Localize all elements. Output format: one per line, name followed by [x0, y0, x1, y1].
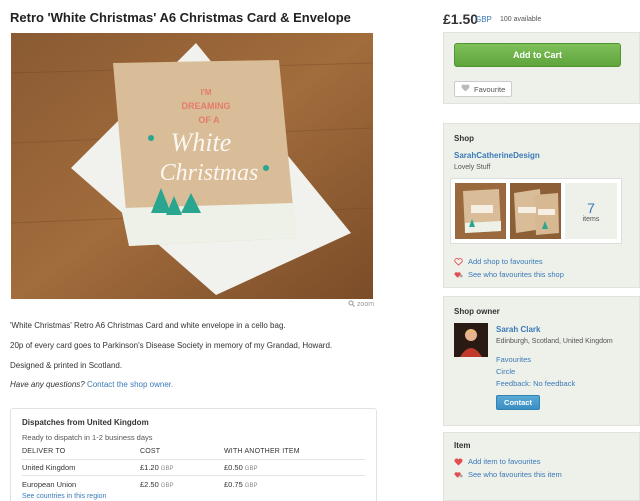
contact-shop-owner-link[interactable]: Contact the shop owner.: [87, 380, 173, 389]
cost-cell: £2.50 GBP: [140, 479, 174, 489]
heart-icon: [461, 84, 470, 94]
shop-owner-heading: Shop owner: [454, 307, 500, 316]
zoom-link[interactable]: zoom: [348, 300, 374, 309]
avatar[interactable]: [454, 323, 488, 357]
owner-feedback-link[interactable]: Feedback: No feedback: [496, 379, 575, 388]
column-header: COST: [140, 448, 161, 455]
questions-line: Have any questions? Contact the shop own…: [10, 380, 173, 389]
item-panel: Item Add item to favourites See who favo…: [443, 432, 640, 501]
column-header: WITH ANOTHER ITEM: [224, 448, 300, 455]
heart-people-icon: [454, 470, 463, 479]
add-item-fav-label: Add item to favourites: [468, 457, 541, 466]
magnifier-icon: [348, 300, 355, 309]
shop-name-link[interactable]: SarahCatherineDesign: [454, 151, 540, 160]
item-heading: Item: [454, 441, 471, 450]
quantity-available: 100 available: [500, 16, 542, 23]
svg-text:White: White: [171, 128, 232, 157]
another-item-cell: £0.75 GBP: [224, 479, 258, 489]
questions-label: Have any questions?: [10, 380, 85, 389]
shipping-subtitle: Ready to dispatch in 1-2 business days: [22, 433, 153, 442]
favourite-label: Favourite: [474, 84, 506, 94]
deliver-to-cell: European Union: [22, 479, 77, 489]
svg-text:DREAMING: DREAMING: [182, 101, 231, 111]
owner-name-link[interactable]: Sarah Clark: [496, 325, 540, 334]
shop-tagline: Lovely Stuff: [454, 164, 491, 171]
see-item-fav-label: See who favourites this item: [468, 470, 562, 479]
another-item-cell: £0.50 GBP: [224, 463, 258, 472]
see-item-favourites-link[interactable]: See who favourites this item: [454, 470, 562, 479]
shipping-title: Dispatches from United Kingdom: [22, 418, 149, 427]
see-shop-fav-label: See who favourites this shop: [468, 270, 564, 279]
description-paragraph: 'White Christmas' Retro A6 Christmas Car…: [10, 321, 286, 330]
heart-icon: [454, 457, 463, 466]
add-to-cart-button[interactable]: Add to Cart: [454, 43, 621, 67]
shop-item-thumbnail[interactable]: [455, 183, 506, 239]
listing-image: I'M DREAMING OF A White Christmas: [11, 33, 373, 299]
favourite-button[interactable]: Favourite: [454, 81, 513, 97]
svg-text:Christmas: Christmas: [160, 160, 259, 186]
column-header: DELIVER TO: [22, 448, 66, 455]
add-item-to-favourites-link[interactable]: Add item to favourites: [454, 457, 541, 466]
cost-cell: £1.20 GBP: [140, 463, 174, 472]
shop-item-thumbnails: 7 items: [450, 178, 622, 244]
table-row: United Kingdom £1.20 GBP £0.50 GBP: [22, 460, 365, 476]
shop-owner-panel: Shop owner Sarah Clark Edinburgh, Scotla…: [443, 296, 640, 426]
description-paragraph: 20p of every card goes to Parkinson's Di…: [10, 341, 333, 350]
deliver-to-cell: United Kingdom: [22, 463, 76, 472]
item-count-label: items: [582, 215, 600, 223]
see-shop-favourites-link[interactable]: See who favourites this shop: [454, 270, 564, 279]
shop-panel: Shop SarahCatherineDesign Lovely Stuff 7…: [443, 123, 640, 288]
shop-item-count[interactable]: 7 items: [565, 183, 617, 239]
add-shop-to-favourites-link[interactable]: Add shop to favourites: [454, 257, 543, 266]
heart-outline-icon: [454, 257, 463, 266]
listing-photo[interactable]: I'M DREAMING OF A White Christmas: [11, 33, 373, 299]
heart-people-icon: [454, 270, 463, 279]
buy-panel: Add to Cart Favourite: [443, 32, 640, 104]
listing-title: Retro 'White Christmas' A6 Christmas Car…: [10, 10, 351, 25]
add-shop-fav-label: Add shop to favourites: [468, 257, 543, 266]
description-paragraph: Designed & printed in Scotland.: [10, 361, 123, 370]
item-count-number: 7: [587, 199, 595, 216]
see-countries-link[interactable]: See countries in this region: [22, 493, 365, 500]
svg-text:I'M: I'M: [201, 88, 212, 97]
shop-item-thumbnail[interactable]: [510, 183, 561, 239]
contact-button[interactable]: Contact: [496, 395, 540, 410]
owner-favourites-link[interactable]: Favourites: [496, 355, 531, 364]
price: £1.50: [443, 11, 479, 27]
shop-heading: Shop: [454, 134, 474, 143]
owner-circle-link[interactable]: Circle: [496, 367, 515, 376]
owner-location: Edinburgh, Scotland, United Kingdom: [496, 338, 613, 345]
svg-text:OF A: OF A: [198, 115, 220, 125]
currency-link[interactable]: GBP: [475, 15, 492, 24]
shipping-header-row: DELIVER TO COST WITH ANOTHER ITEM: [22, 444, 365, 460]
shipping-box: Dispatches from United Kingdom Ready to …: [10, 408, 377, 501]
table-row: European Union £2.50 GBP £0.75 GBP: [22, 476, 365, 492]
zoom-label: zoom: [357, 301, 375, 308]
